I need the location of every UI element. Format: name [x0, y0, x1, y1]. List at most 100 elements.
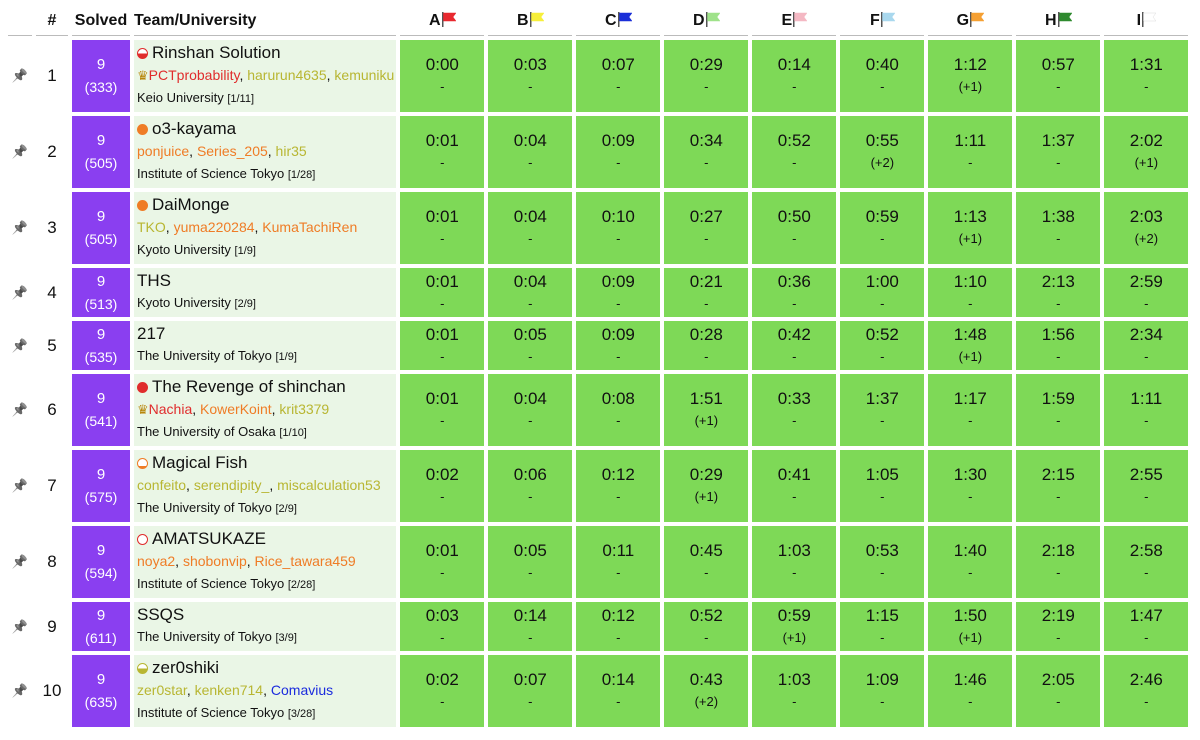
- problem-cell-a[interactable]: 0:01 -: [400, 268, 485, 317]
- problem-cell-f[interactable]: 0:53 -: [840, 526, 925, 598]
- member-link[interactable]: PCTprobability: [149, 67, 240, 83]
- member-link[interactable]: Nachia: [149, 401, 193, 417]
- problem-cell-d[interactable]: 0:27 -: [664, 192, 749, 264]
- problem-cell-b[interactable]: 0:04 -: [488, 374, 573, 446]
- problem-cell-f[interactable]: 0:55 (+2): [840, 116, 925, 188]
- problem-cell-a[interactable]: 0:00 -: [400, 40, 485, 112]
- team-name[interactable]: SSQS: [137, 604, 394, 626]
- rank-header[interactable]: #: [36, 7, 68, 36]
- problem-cell-b[interactable]: 0:04 -: [488, 268, 573, 317]
- problem-cell-g[interactable]: 1:17 -: [928, 374, 1013, 446]
- problem-cell-b[interactable]: 0:04 -: [488, 192, 573, 264]
- problem-cell-g[interactable]: 1:46 -: [928, 655, 1013, 727]
- problem-cell-e[interactable]: 0:36 -: [752, 268, 837, 317]
- problem-cell-a[interactable]: 0:01 -: [400, 116, 485, 188]
- problem-cell-b[interactable]: 0:05 -: [488, 526, 573, 598]
- problem-cell-i[interactable]: 1:31 -: [1104, 40, 1189, 112]
- problem-cell-e[interactable]: 0:52 -: [752, 116, 837, 188]
- member-link[interactable]: noya2: [137, 553, 175, 569]
- problem-cell-d[interactable]: 0:52 -: [664, 602, 749, 651]
- problem-cell-h[interactable]: 2:13 -: [1016, 268, 1101, 317]
- team-name[interactable]: o3-kayama: [137, 118, 394, 140]
- problem-cell-e[interactable]: 0:33 -: [752, 374, 837, 446]
- member-link[interactable]: harurun4635: [247, 67, 326, 83]
- solved-header[interactable]: Solved: [72, 7, 130, 36]
- problem-cell-d[interactable]: 0:29 (+1): [664, 450, 749, 522]
- problem-cell-c[interactable]: 0:08 -: [576, 374, 661, 446]
- problem-cell-a[interactable]: 0:01 -: [400, 374, 485, 446]
- pin-icon[interactable]: 📌: [8, 321, 32, 370]
- problem-header-d[interactable]: D: [664, 7, 749, 36]
- member-link[interactable]: KumaTachiRen: [262, 219, 357, 235]
- member-link[interactable]: shobonvip: [183, 553, 247, 569]
- problem-cell-g[interactable]: 1:11 -: [928, 116, 1013, 188]
- problem-header-i[interactable]: I: [1104, 7, 1189, 36]
- problem-cell-g[interactable]: 1:10 -: [928, 268, 1013, 317]
- team-name[interactable]: Rinshan Solution: [137, 42, 394, 64]
- problem-cell-c[interactable]: 0:09 -: [576, 268, 661, 317]
- problem-cell-d[interactable]: 0:43 (+2): [664, 655, 749, 727]
- problem-cell-a[interactable]: 0:01 -: [400, 526, 485, 598]
- problem-cell-g[interactable]: 1:13 (+1): [928, 192, 1013, 264]
- team-row[interactable]: 📌 4 9 (513) THS Kyoto University [2/9] 0:01-0:…: [8, 268, 1189, 317]
- problem-cell-e[interactable]: 0:14 -: [752, 40, 837, 112]
- problem-cell-f[interactable]: 1:00 -: [840, 268, 925, 317]
- problem-cell-c[interactable]: 0:09 -: [576, 321, 661, 370]
- problem-cell-b[interactable]: 0:14 -: [488, 602, 573, 651]
- team-row[interactable]: 📌 6 9 (541) The Revenge of shinchan ♛Nachia, …: [8, 374, 1189, 446]
- team-name[interactable]: Magical Fish: [137, 452, 394, 474]
- member-link[interactable]: zer0star: [137, 682, 187, 698]
- problem-cell-d[interactable]: 0:29 -: [664, 40, 749, 112]
- problem-cell-f[interactable]: 0:40 -: [840, 40, 925, 112]
- problem-cell-i[interactable]: 2:02 (+1): [1104, 116, 1189, 188]
- team-header[interactable]: Team/University: [134, 7, 397, 36]
- problem-cell-c[interactable]: 0:12 -: [576, 602, 661, 651]
- problem-cell-i[interactable]: 2:59 -: [1104, 268, 1189, 317]
- team-row[interactable]: 📌 8 9 (594) AMATSUKAZE noya2, shobonvip, Rice…: [8, 526, 1189, 598]
- problem-cell-g[interactable]: 1:30 -: [928, 450, 1013, 522]
- team-name[interactable]: 217: [137, 323, 394, 345]
- problem-cell-b[interactable]: 0:04 -: [488, 116, 573, 188]
- problem-cell-b[interactable]: 0:06 -: [488, 450, 573, 522]
- problem-cell-g[interactable]: 1:50 (+1): [928, 602, 1013, 651]
- problem-cell-g[interactable]: 1:12 (+1): [928, 40, 1013, 112]
- member-link[interactable]: Series_205: [197, 143, 268, 159]
- team-name[interactable]: DaiMonge: [137, 194, 394, 216]
- problem-cell-d[interactable]: 0:28 -: [664, 321, 749, 370]
- problem-cell-f[interactable]: 1:15 -: [840, 602, 925, 651]
- member-link[interactable]: ponjuice: [137, 143, 189, 159]
- problem-header-a[interactable]: A: [400, 7, 485, 36]
- member-link[interactable]: krit3379: [279, 401, 329, 417]
- team-row[interactable]: 📌 10 9 (635) zer0shiki zer0star, kenken714, C…: [8, 655, 1189, 727]
- problem-cell-c[interactable]: 0:12 -: [576, 450, 661, 522]
- pin-icon[interactable]: 📌: [8, 374, 32, 446]
- problem-cell-d[interactable]: 0:45 -: [664, 526, 749, 598]
- problem-cell-i[interactable]: 1:47 -: [1104, 602, 1189, 651]
- problem-cell-i[interactable]: 2:34 -: [1104, 321, 1189, 370]
- problem-header-g[interactable]: G: [928, 7, 1013, 36]
- pin-icon[interactable]: 📌: [8, 40, 32, 112]
- team-row[interactable]: 📌 5 9 (535) 217 The University of Tokyo [1/9]…: [8, 321, 1189, 370]
- problem-cell-a[interactable]: 0:01 -: [400, 192, 485, 264]
- problem-cell-e[interactable]: 1:03 -: [752, 655, 837, 727]
- problem-header-b[interactable]: B: [488, 7, 573, 36]
- team-row[interactable]: 📌 2 9 (505) o3-kayama ponjuice, Series_205, h…: [8, 116, 1189, 188]
- pin-icon[interactable]: 📌: [8, 116, 32, 188]
- team-row[interactable]: 📌 1 9 (333) Rinshan Solution ♛PCTprobability,…: [8, 40, 1189, 112]
- member-link[interactable]: yuma220284: [174, 219, 255, 235]
- member-link[interactable]: serendipity_: [194, 477, 270, 493]
- problem-cell-f[interactable]: 1:37 -: [840, 374, 925, 446]
- member-link[interactable]: Comavius: [271, 682, 333, 698]
- team-name[interactable]: THS: [137, 270, 394, 292]
- problem-cell-b[interactable]: 0:03 -: [488, 40, 573, 112]
- problem-cell-h[interactable]: 2:18 -: [1016, 526, 1101, 598]
- problem-cell-f[interactable]: 0:59 -: [840, 192, 925, 264]
- member-link[interactable]: kemuniku: [334, 67, 394, 83]
- problem-cell-a[interactable]: 0:02 -: [400, 450, 485, 522]
- problem-cell-e[interactable]: 0:42 -: [752, 321, 837, 370]
- team-name[interactable]: AMATSUKAZE: [137, 528, 394, 550]
- problem-cell-d[interactable]: 0:34 -: [664, 116, 749, 188]
- problem-cell-i[interactable]: 2:58 -: [1104, 526, 1189, 598]
- problem-cell-h[interactable]: 0:57 -: [1016, 40, 1101, 112]
- team-row[interactable]: 📌 9 9 (611) SSQS The University of Tokyo [3/9…: [8, 602, 1189, 651]
